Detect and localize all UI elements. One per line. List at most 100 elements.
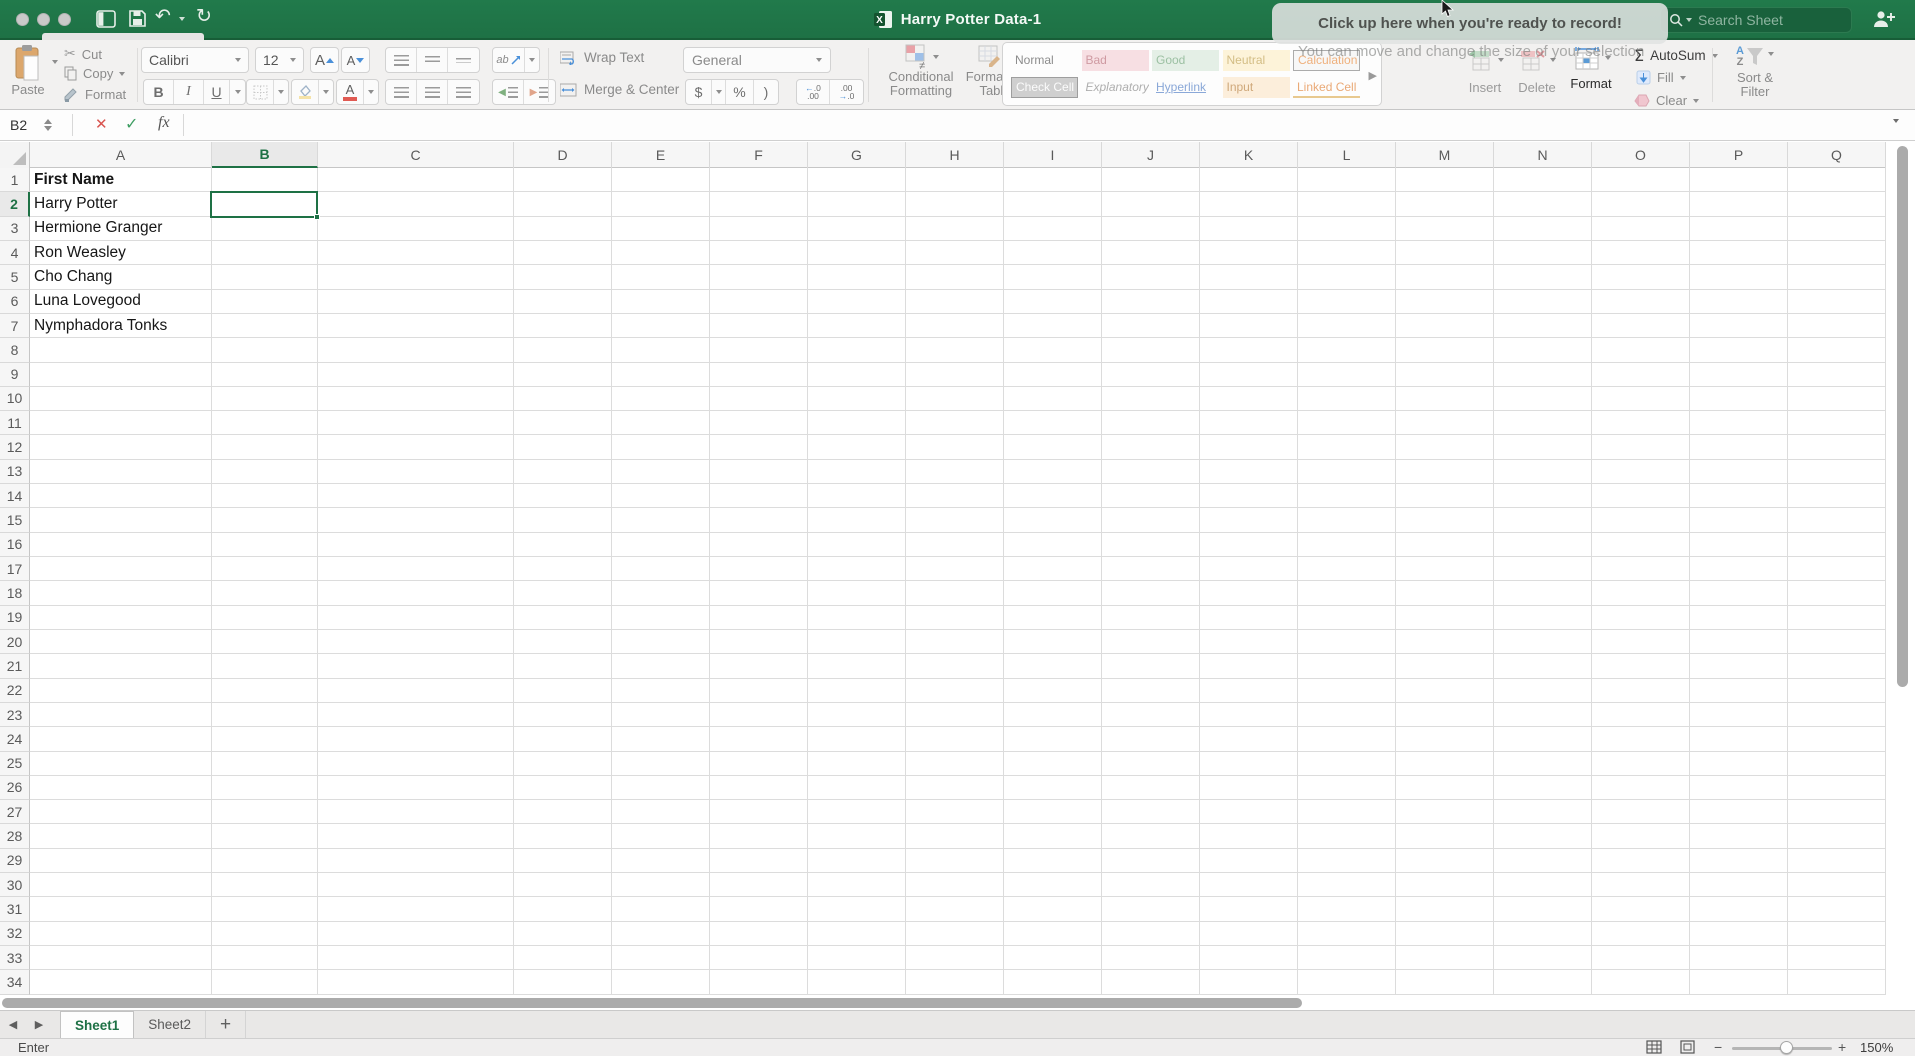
cell-F22[interactable] bbox=[710, 678, 808, 703]
cell-C19[interactable] bbox=[318, 605, 514, 630]
cell-H15[interactable] bbox=[906, 508, 1004, 533]
cell-A28[interactable] bbox=[30, 824, 212, 849]
cell-M34[interactable] bbox=[1396, 970, 1494, 995]
cell-B32[interactable] bbox=[212, 921, 318, 946]
cell-P1[interactable] bbox=[1690, 168, 1788, 193]
cell-F7[interactable] bbox=[710, 313, 808, 339]
cut-button[interactable]: ✂ Cut bbox=[64, 46, 102, 62]
wrap-text-button[interactable]: Wrap Text bbox=[560, 50, 644, 65]
cell-B9[interactable] bbox=[212, 362, 318, 387]
cell-C22[interactable] bbox=[318, 678, 514, 703]
cell-Q12[interactable] bbox=[1788, 435, 1886, 460]
cell-D2[interactable] bbox=[514, 192, 612, 217]
cell-C23[interactable] bbox=[318, 702, 514, 728]
cell-A20[interactable] bbox=[30, 629, 212, 655]
cell-E34[interactable] bbox=[612, 970, 710, 995]
cell-H28[interactable] bbox=[906, 824, 1004, 849]
cell-G26[interactable] bbox=[808, 775, 906, 801]
percent-button[interactable]: % bbox=[726, 80, 754, 104]
cell-E10[interactable] bbox=[612, 386, 710, 412]
align-middle-button[interactable] bbox=[417, 48, 448, 72]
cell-J21[interactable] bbox=[1102, 654, 1200, 679]
cell-A26[interactable] bbox=[30, 775, 212, 801]
cell-M20[interactable] bbox=[1396, 629, 1494, 655]
paste-dropdown-arrow[interactable] bbox=[52, 60, 58, 64]
cell-C3[interactable] bbox=[318, 216, 514, 241]
cell-M28[interactable] bbox=[1396, 824, 1494, 849]
row-header-30[interactable]: 30 bbox=[0, 873, 30, 898]
cell-N13[interactable] bbox=[1494, 459, 1592, 485]
cell-B7[interactable] bbox=[212, 313, 318, 339]
cell-D1[interactable] bbox=[514, 168, 612, 193]
cell-I2[interactable] bbox=[1004, 192, 1102, 217]
cell-A21[interactable] bbox=[30, 654, 212, 679]
cell-G11[interactable] bbox=[808, 411, 906, 436]
cell-N27[interactable] bbox=[1494, 800, 1592, 825]
cell-N19[interactable] bbox=[1494, 605, 1592, 630]
cell-L3[interactable] bbox=[1298, 216, 1396, 241]
cell-E31[interactable] bbox=[612, 897, 710, 922]
cell-N22[interactable] bbox=[1494, 678, 1592, 703]
cell-N6[interactable] bbox=[1494, 289, 1592, 314]
cell-Q25[interactable] bbox=[1788, 751, 1886, 776]
row-header-9[interactable]: 9 bbox=[0, 362, 30, 387]
cell-M2[interactable] bbox=[1396, 192, 1494, 217]
cell-K27[interactable] bbox=[1200, 800, 1298, 825]
cell-L14[interactable] bbox=[1298, 484, 1396, 509]
cell-F3[interactable] bbox=[710, 216, 808, 241]
cell-Q20[interactable] bbox=[1788, 629, 1886, 655]
row-header-28[interactable]: 28 bbox=[0, 824, 30, 849]
cell-I9[interactable] bbox=[1004, 362, 1102, 387]
cell-L2[interactable] bbox=[1298, 192, 1396, 217]
cell-N7[interactable] bbox=[1494, 313, 1592, 339]
cell-G5[interactable] bbox=[808, 265, 906, 290]
cell-E15[interactable] bbox=[612, 508, 710, 533]
cell-D9[interactable] bbox=[514, 362, 612, 387]
cell-I13[interactable] bbox=[1004, 459, 1102, 485]
cell-O8[interactable] bbox=[1592, 338, 1690, 363]
cell-G10[interactable] bbox=[808, 386, 906, 412]
cell-N8[interactable] bbox=[1494, 338, 1592, 363]
cell-Q27[interactable] bbox=[1788, 800, 1886, 825]
cell-G19[interactable] bbox=[808, 605, 906, 630]
cell-I31[interactable] bbox=[1004, 897, 1102, 922]
cell-N21[interactable] bbox=[1494, 654, 1592, 679]
font-family-select[interactable]: Calibri bbox=[141, 47, 249, 73]
cell-O9[interactable] bbox=[1592, 362, 1690, 387]
cell-F15[interactable] bbox=[710, 508, 808, 533]
cell-Q17[interactable] bbox=[1788, 557, 1886, 582]
cell-N10[interactable] bbox=[1494, 386, 1592, 412]
cell-L13[interactable] bbox=[1298, 459, 1396, 485]
cell-Q32[interactable] bbox=[1788, 921, 1886, 946]
cell-B26[interactable] bbox=[212, 775, 318, 801]
cell-L20[interactable] bbox=[1298, 629, 1396, 655]
cell-B6[interactable] bbox=[212, 289, 318, 314]
cell-A5[interactable]: Cho Chang bbox=[30, 265, 212, 290]
formula-input[interactable] bbox=[190, 110, 1890, 140]
cell-A6[interactable]: Luna Lovegood bbox=[30, 289, 212, 314]
cell-O2[interactable] bbox=[1592, 192, 1690, 217]
cell-A34[interactable] bbox=[30, 970, 212, 995]
cell-A4[interactable]: Ron Weasley bbox=[30, 240, 212, 266]
cell-O20[interactable] bbox=[1592, 629, 1690, 655]
cell-M25[interactable] bbox=[1396, 751, 1494, 776]
cell-H26[interactable] bbox=[906, 775, 1004, 801]
cell-D4[interactable] bbox=[514, 240, 612, 266]
cell-E30[interactable] bbox=[612, 873, 710, 898]
cell-F11[interactable] bbox=[710, 411, 808, 436]
cell-L27[interactable] bbox=[1298, 800, 1396, 825]
formula-bar-expand-arrow[interactable] bbox=[1893, 119, 1899, 123]
cell-J24[interactable] bbox=[1102, 727, 1200, 752]
cell-F20[interactable] bbox=[710, 629, 808, 655]
cell-K17[interactable] bbox=[1200, 557, 1298, 582]
cell-C1[interactable] bbox=[318, 168, 514, 193]
cell-N25[interactable] bbox=[1494, 751, 1592, 776]
cell-A24[interactable] bbox=[30, 727, 212, 752]
cell-Q19[interactable] bbox=[1788, 605, 1886, 630]
cell-L7[interactable] bbox=[1298, 313, 1396, 339]
cell-C26[interactable] bbox=[318, 775, 514, 801]
horizontal-scrollbar-thumb[interactable] bbox=[2, 998, 1302, 1008]
currency-button[interactable]: $ bbox=[686, 80, 712, 104]
cell-A14[interactable] bbox=[30, 484, 212, 509]
cell-D34[interactable] bbox=[514, 970, 612, 995]
